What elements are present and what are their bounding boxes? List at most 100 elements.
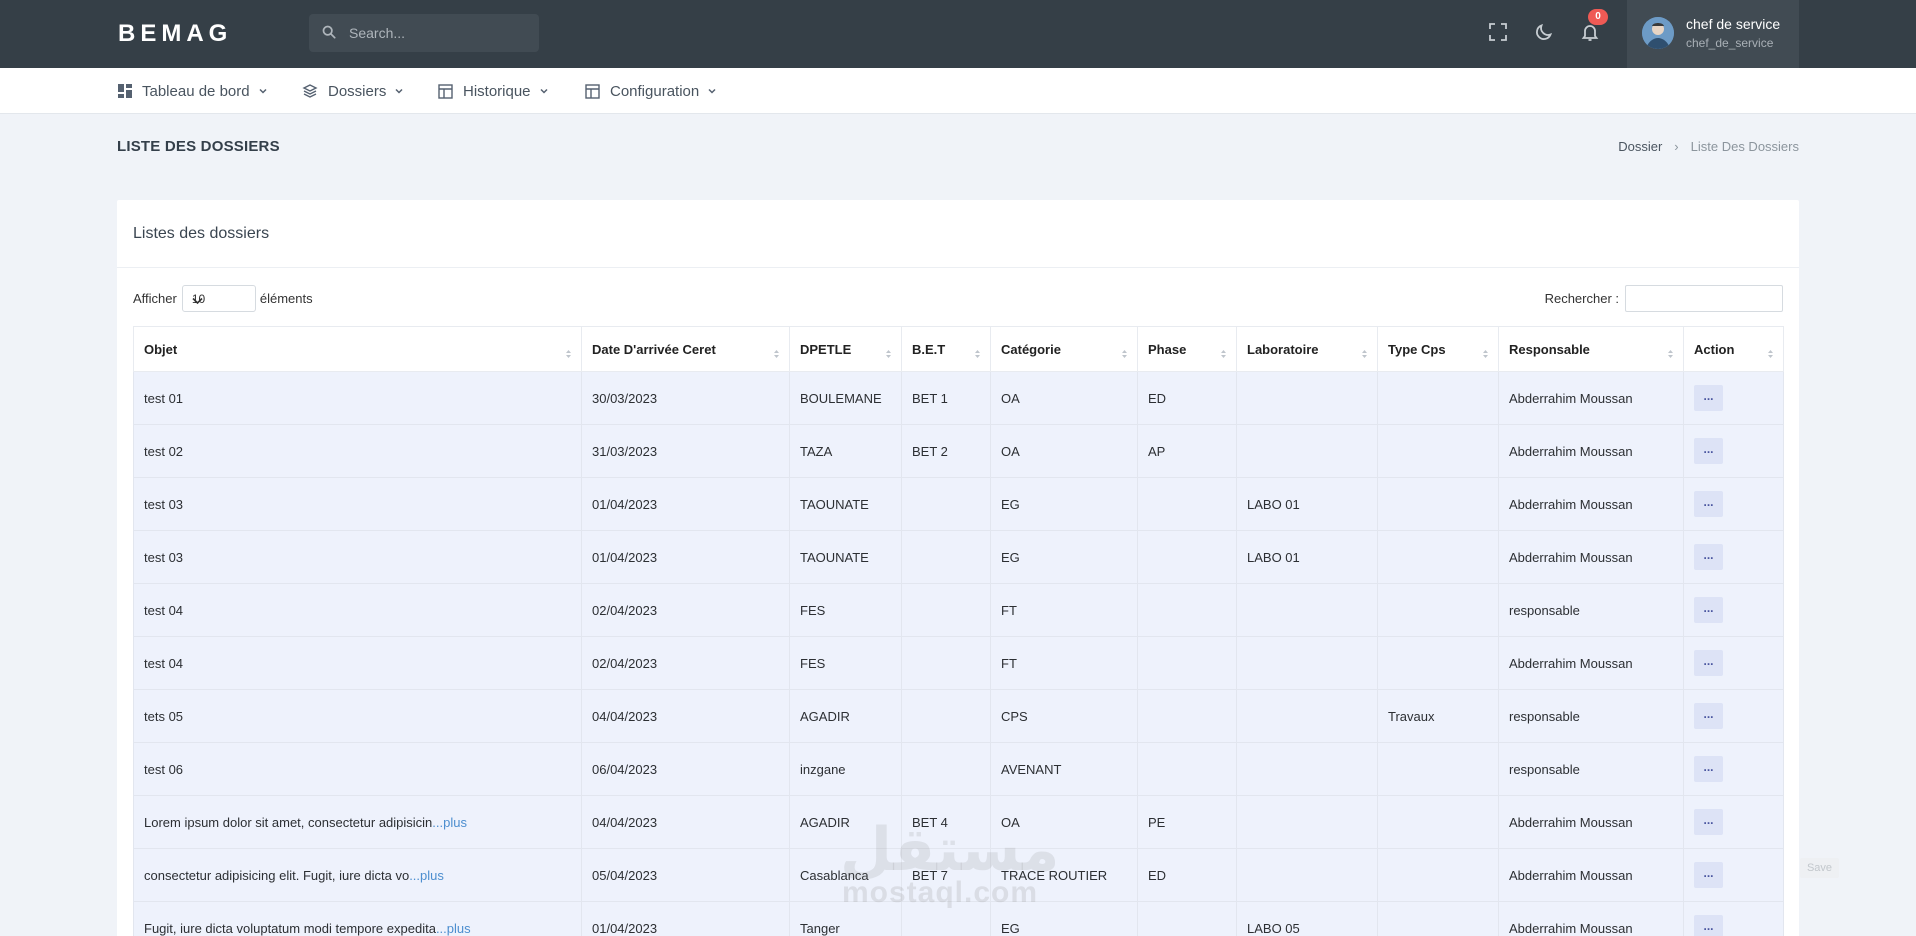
table-row: test 04 02/04/2023 FES FT Abderrahim Moussan… (133, 636, 1784, 690)
cell-categorie-text: CPS (1001, 708, 1028, 724)
cell-action: ... (1683, 795, 1784, 849)
cell-action: ... (1683, 689, 1784, 743)
cell-categorie-text: AVENANT (1001, 761, 1062, 777)
column-header[interactable]: Phase (1137, 326, 1237, 372)
cell-objet-text: Lorem ipsum dolor sit amet, consectetur … (144, 814, 433, 830)
column-header-label: Date D'arrivée Ceret (592, 341, 716, 357)
search-input[interactable] (349, 14, 529, 52)
column-header[interactable]: Type Cps (1377, 326, 1499, 372)
cell-categorie: FT (990, 636, 1138, 690)
cell-type-cps (1377, 795, 1499, 849)
cell-type-cps (1377, 530, 1499, 584)
cell-responsable-text: responsable (1509, 708, 1580, 724)
cell-objet: test 03 (133, 477, 582, 531)
sort-icon (1667, 347, 1674, 362)
user-menu[interactable]: chef de service chef_de_service (1627, 0, 1799, 68)
cell-responsable: Abderrahim Moussan (1498, 371, 1684, 425)
bell-icon[interactable] (1580, 22, 1600, 47)
column-header[interactable]: Catégorie (990, 326, 1138, 372)
page-length-select[interactable]: 10 (181, 285, 256, 312)
cell-date-text: 04/04/2023 (592, 708, 658, 724)
cell-date: 30/03/2023 (581, 371, 790, 425)
row-actions-button[interactable]: ... (1694, 915, 1723, 936)
column-header-label: Laboratoire (1247, 341, 1319, 357)
cell-dpetle-text: TAOUNATE (800, 496, 869, 512)
nav-item-tableau-de-bord[interactable]: Tableau de bord (118, 68, 268, 114)
cell-laboratoire (1236, 689, 1378, 743)
fullscreen-icon[interactable] (1488, 22, 1508, 47)
cell-objet-text: test 04 (144, 655, 184, 671)
cell-bet-text: BET 1 (912, 390, 948, 406)
show-more-link[interactable]: ...plus (436, 921, 471, 936)
dark-mode-moon-icon[interactable] (1534, 22, 1554, 47)
row-actions-button[interactable]: ... (1694, 438, 1723, 464)
column-header[interactable]: Date D'arrivée Ceret (581, 326, 790, 372)
cell-dpetle-text: FES (800, 602, 826, 618)
column-header-label: Objet (144, 341, 178, 357)
table-row: test 03 01/04/2023 TAOUNATE EG LABO 01 Abderr… (133, 477, 1784, 531)
cell-date-text: 30/03/2023 (592, 390, 658, 406)
row-actions-button[interactable]: ... (1694, 650, 1723, 676)
search-box[interactable] (309, 14, 539, 52)
user-name: chef de service (1686, 16, 1781, 32)
row-actions-button[interactable]: ... (1694, 703, 1723, 729)
breadcrumb-separator-icon: › (1674, 139, 1679, 154)
row-actions-button[interactable]: ... (1694, 597, 1723, 623)
column-header[interactable]: B.E.T (901, 326, 991, 372)
app-logo[interactable]: BEMAG (118, 20, 232, 48)
column-header[interactable]: Responsable (1498, 326, 1684, 372)
cell-laboratoire-text: LABO 05 (1247, 920, 1300, 936)
cell-dpetle-text: AGADIR (800, 708, 850, 724)
sort-icon (885, 347, 892, 362)
column-header-label: Action (1694, 341, 1735, 357)
sort-icon (1220, 347, 1227, 362)
table-search-input[interactable] (1625, 285, 1783, 312)
cell-objet: tets 05 (133, 689, 582, 743)
nav-item-configuration[interactable]: Configuration (585, 68, 717, 114)
cell-dpetle: AGADIR (789, 689, 902, 743)
cell-objet: test 04 (133, 583, 582, 637)
user-login: chef_de_service (1686, 36, 1774, 50)
row-actions-button[interactable]: ... (1694, 809, 1723, 835)
row-actions-button[interactable]: ... (1694, 862, 1723, 888)
cell-dpetle-text: BOULEMANE (800, 390, 882, 406)
row-actions-button[interactable]: ... (1694, 385, 1723, 411)
sort-icon (1767, 347, 1774, 362)
row-actions-button[interactable]: ... (1694, 756, 1723, 782)
row-actions-button[interactable]: ... (1694, 544, 1723, 570)
show-more-link[interactable]: ...plus (409, 868, 444, 883)
column-header[interactable]: Objet (133, 326, 582, 372)
column-header[interactable]: Action (1683, 326, 1784, 372)
cell-type-cps (1377, 848, 1499, 902)
row-actions-button[interactable]: ... (1694, 491, 1723, 517)
save-button[interactable]: Save (1800, 858, 1839, 878)
breadcrumb-link-dossier[interactable]: Dossier (1618, 139, 1662, 154)
cell-date: 05/04/2023 (581, 848, 790, 902)
cell-laboratoire (1236, 371, 1378, 425)
cell-objet: test 06 (133, 742, 582, 796)
cell-laboratoire-text: LABO 01 (1247, 496, 1300, 512)
cell-phase-text: PE (1148, 814, 1166, 830)
cell-responsable-text: Abderrahim Moussan (1509, 443, 1633, 459)
column-header[interactable]: Laboratoire (1236, 326, 1378, 372)
cell-responsable-text: Abderrahim Moussan (1509, 549, 1633, 565)
cell-bet (901, 689, 991, 743)
cell-bet-text: BET 2 (912, 443, 948, 459)
card-title: Listes des dossiers (133, 225, 270, 242)
cell-date: 01/04/2023 (581, 901, 790, 936)
cell-type-cps (1377, 636, 1499, 690)
nav-item-dossiers[interactable]: Dossiers (302, 68, 404, 114)
main-nav: Tableau de bord Dossiers Historique Conf… (0, 68, 1916, 114)
cell-date-text: 01/04/2023 (592, 496, 658, 512)
cell-categorie-text: OA (1001, 443, 1020, 459)
cell-objet-text: Fugit, iure dicta voluptatum modi tempor… (144, 920, 436, 936)
column-header[interactable]: DPETLE (789, 326, 902, 372)
table-row: test 01 30/03/2023 BOULEMANE BET 1 OA ED Abder… (133, 371, 1784, 425)
cell-date: 04/04/2023 (581, 795, 790, 849)
nav-item-historique[interactable]: Historique (438, 68, 549, 114)
show-more-link[interactable]: ...plus (432, 815, 467, 830)
cell-phase: AP (1137, 424, 1237, 478)
cell-date-text: 06/04/2023 (592, 761, 658, 777)
cell-date-text: 31/03/2023 (592, 443, 658, 459)
cell-type-cps: Travaux (1377, 689, 1499, 743)
